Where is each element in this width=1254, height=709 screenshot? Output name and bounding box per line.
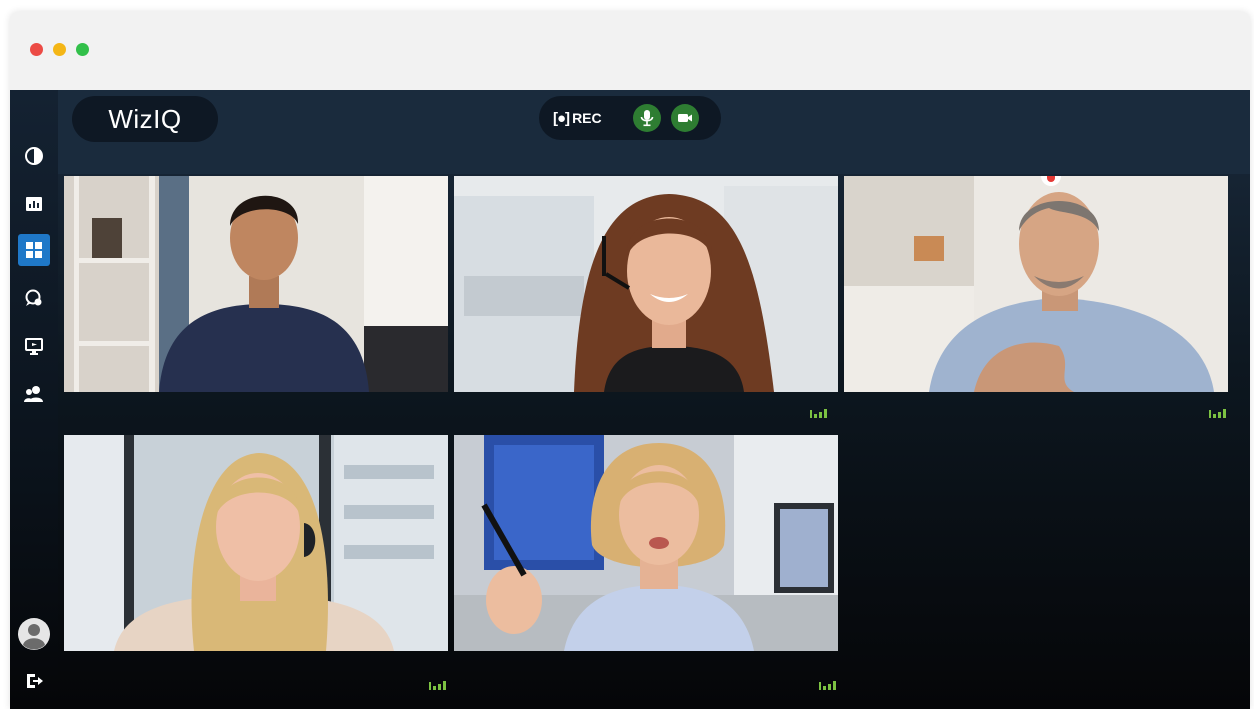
participant-video-feed [454, 435, 838, 651]
close-window-button[interactable] [30, 43, 43, 56]
microphone-toggle-button[interactable] [633, 104, 661, 132]
participant-video-feed [64, 176, 448, 392]
maximize-window-button[interactable] [76, 43, 89, 56]
sidebar-item-whiteboard[interactable] [18, 188, 50, 220]
browser-window: WizIQ [●] REC [10, 12, 1250, 709]
participant-video-feed [844, 176, 1228, 392]
session-controls: [●] REC [539, 96, 721, 140]
participant-video-tile[interactable] [454, 176, 838, 392]
signal-strength-icon [1209, 409, 1226, 418]
participant-video-tile[interactable] [844, 176, 1228, 392]
record-button[interactable]: [●] REC [553, 106, 602, 130]
record-label: REC [572, 110, 602, 126]
chat-icon [25, 289, 42, 306]
signal-strength-icon [429, 681, 446, 690]
exit-icon [27, 674, 43, 688]
video-camera-icon [678, 114, 692, 122]
participant-video-tile[interactable] [64, 435, 448, 651]
camera-toggle-button[interactable] [671, 104, 699, 132]
microphone-icon [640, 110, 654, 127]
sidebar-item-grid-view[interactable] [18, 234, 50, 266]
classroom-app: WizIQ [●] REC [10, 90, 1250, 709]
whiteboard-icon [26, 197, 42, 211]
sidebar-item-polls[interactable] [18, 140, 50, 172]
minimize-window-button[interactable] [53, 43, 66, 56]
signal-strength-icon [810, 409, 827, 418]
record-icon: [●] [553, 109, 570, 127]
app-logo-text: WizIQ [108, 103, 182, 134]
sidebar [10, 90, 58, 709]
user-avatar-icon [18, 618, 50, 650]
app-logo: WizIQ [72, 96, 218, 142]
grid-view-icon [26, 242, 42, 258]
pie-chart-icon [25, 147, 43, 165]
window-titlebar [10, 12, 1250, 90]
participant-video-tile[interactable] [64, 176, 448, 392]
participant-video-feed [64, 435, 448, 651]
screen-share-icon [25, 338, 43, 355]
sidebar-item-screen-share[interactable] [18, 330, 50, 362]
sidebar-exit-button[interactable] [18, 665, 50, 697]
microphone-active-icon [1047, 176, 1055, 182]
sidebar-item-participants[interactable] [18, 378, 50, 410]
signal-strength-icon [819, 681, 836, 690]
sidebar-user-avatar[interactable] [16, 616, 52, 652]
participant-video-feed [454, 176, 838, 392]
top-bar: WizIQ [●] REC [58, 90, 1250, 174]
participants-icon [24, 386, 43, 402]
sidebar-item-chat[interactable] [18, 282, 50, 314]
participant-video-tile[interactable] [454, 435, 838, 651]
